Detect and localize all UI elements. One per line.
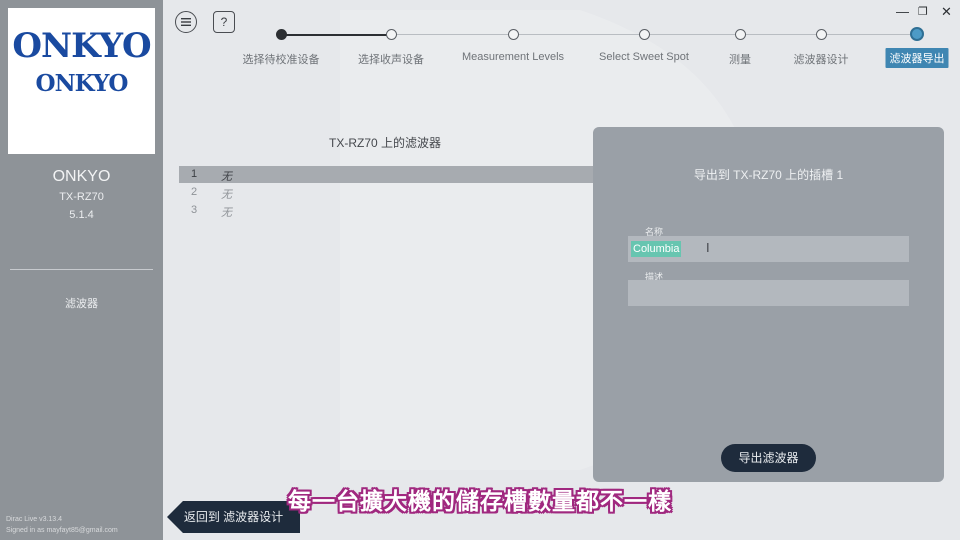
slot-filter-name: 无 [221, 207, 232, 219]
slot-number: 1 [191, 168, 198, 180]
description-field[interactable] [628, 280, 909, 306]
step-dot-3[interactable] [508, 29, 519, 40]
sidebar: ONKYO ONKYO ONKYO TX-RZ70 5.1.4 滤波器 Dira… [0, 0, 163, 540]
step-label-measurement-levels[interactable]: Measurement Levels [462, 51, 564, 63]
filter-list-title: TX-RZ70 上的滤波器 [329, 136, 442, 150]
stepper-track-line [391, 34, 917, 35]
help-button[interactable]: ? [213, 11, 235, 33]
filter-slot-row[interactable]: 1 无 [179, 166, 578, 183]
logo-text-small: ONKYO [35, 70, 129, 97]
step-label-measure[interactable]: 测量 [729, 51, 751, 67]
text-cursor-icon: I [706, 240, 710, 255]
step-dot-6[interactable] [816, 29, 827, 40]
step-label-select-device[interactable]: 选择待校准设备 [243, 51, 320, 67]
menu-icon [181, 18, 191, 26]
export-panel-title: 导出到 TX-RZ70 上的插槽 1 [693, 168, 844, 182]
filter-name-field[interactable]: Columbia I [628, 236, 909, 262]
stepper-progress-line [281, 34, 391, 36]
slot-filter-name: 无 [221, 171, 232, 183]
brand-logo: ONKYO ONKYO [8, 8, 155, 154]
minimize-button[interactable]: — [896, 4, 909, 19]
step-label-filter-export[interactable]: 滤波器导出 [885, 48, 949, 68]
step-dot-1[interactable] [276, 29, 287, 40]
sidebar-item-filters[interactable]: 滤波器 [0, 295, 163, 311]
slot-filter-name: 无 [221, 189, 232, 201]
speaker-config: 5.1.4 [69, 209, 94, 221]
step-dot-5[interactable] [735, 29, 746, 40]
signed-in-account: Signed in as mayfayt85@gmail.com [6, 527, 118, 534]
device-name: ONKYO [52, 168, 111, 185]
step-label-select-mic[interactable]: 选择收声设备 [358, 51, 424, 67]
slot-number: 2 [191, 186, 198, 198]
close-button[interactable]: ✕ [941, 4, 952, 20]
menu-button[interactable] [175, 11, 197, 33]
filter-name-value: Columbia [631, 241, 682, 257]
filter-slot-row[interactable]: 2 无 [179, 184, 578, 201]
step-dot-2[interactable] [386, 29, 397, 40]
filter-slot-row[interactable]: 3 无 [179, 202, 578, 219]
step-label-filter-design[interactable]: 滤波器设计 [794, 51, 849, 67]
app-version: Dirac Live v3.13.4 [6, 516, 63, 523]
video-subtitle: 每一台擴大機的儲存槽數量都不一樣 [288, 489, 672, 515]
restore-button[interactable]: ❐ [918, 5, 928, 18]
export-panel: 导出到 TX-RZ70 上的插槽 1 名称 Columbia I 描述 导出滤波… [593, 127, 944, 482]
device-model: TX-RZ70 [59, 191, 104, 203]
step-dot-7[interactable] [910, 27, 924, 41]
step-label-sweet-spot[interactable]: Select Sweet Spot [599, 51, 689, 63]
slot-number: 3 [191, 204, 198, 216]
step-dot-4[interactable] [639, 29, 650, 40]
export-filter-button[interactable]: 导出滤波器 [721, 444, 816, 472]
logo-text-large: ONKYO [12, 26, 151, 66]
sidebar-divider [10, 269, 153, 270]
